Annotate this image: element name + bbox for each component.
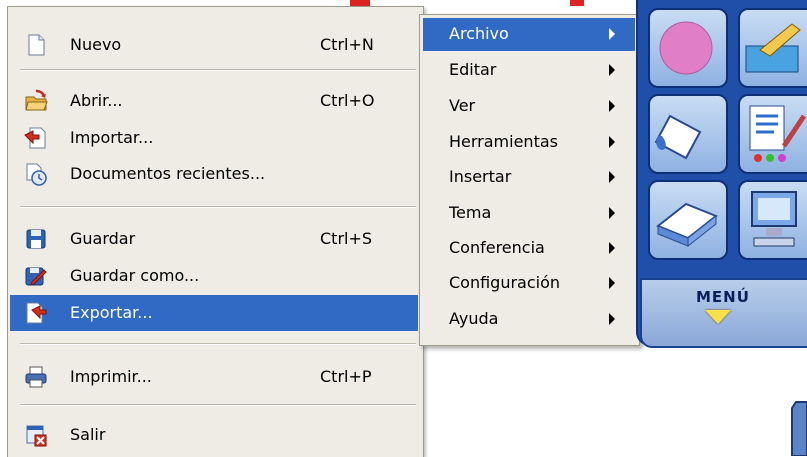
menu-item-label: Guardar como... bbox=[70, 266, 200, 285]
menu-item-salir[interactable]: Salir bbox=[10, 417, 418, 453]
open-folder-icon bbox=[24, 89, 48, 113]
menu-item-label: Exportar... bbox=[70, 303, 153, 322]
submenu-arrow-icon bbox=[609, 100, 615, 112]
eraser-icon bbox=[656, 202, 718, 248]
paint-bucket-icon bbox=[654, 114, 702, 160]
submenu-item-archivo[interactable]: Archivo bbox=[423, 18, 635, 51]
partial-red-element bbox=[570, 0, 584, 6]
submenu-item-ayuda[interactable]: Ayuda bbox=[423, 303, 635, 336]
submenu-item-label: Herramientas bbox=[449, 132, 558, 151]
menu-down-arrow-icon bbox=[705, 310, 731, 324]
menu-item-imprimir[interactable]: Imprimir... Ctrl+P bbox=[10, 359, 418, 395]
submenu-item-conferencia[interactable]: Conferencia bbox=[423, 232, 635, 265]
submenu-item-label: Configuración bbox=[449, 273, 561, 292]
menu-item-importar[interactable]: Importar... bbox=[10, 120, 418, 156]
menu-item-label: Nuevo bbox=[70, 35, 122, 54]
main-submenu: Archivo Editar Ver Herramientas Insertar… bbox=[419, 14, 640, 346]
submenu-arrow-icon bbox=[609, 277, 615, 289]
submenu-item-configuracion[interactable]: Configuración bbox=[423, 267, 635, 300]
menu-separator bbox=[20, 404, 416, 406]
save-icon bbox=[24, 227, 48, 251]
menu-separator bbox=[20, 69, 416, 71]
submenu-arrow-icon bbox=[609, 171, 615, 183]
export-icon bbox=[24, 301, 48, 325]
menu-item-abrir[interactable]: Abrir... Ctrl+O bbox=[10, 83, 418, 119]
menu-item-label: Guardar bbox=[70, 229, 136, 248]
shortcut-label: Ctrl+O bbox=[320, 91, 375, 110]
submenu-item-tema[interactable]: Tema bbox=[423, 197, 635, 230]
menu-separator bbox=[20, 343, 416, 345]
shortcut-label: Ctrl+P bbox=[320, 367, 372, 386]
menu-item-label: Abrir... bbox=[70, 91, 123, 110]
shortcut-label: Ctrl+S bbox=[320, 229, 373, 248]
edit-tools-icon bbox=[749, 105, 807, 162]
new-document-icon bbox=[24, 33, 48, 57]
submenu-arrow-icon bbox=[609, 242, 615, 254]
menu-item-label: Salir bbox=[70, 425, 106, 444]
submenu-item-insertar[interactable]: Insertar bbox=[423, 161, 635, 194]
import-icon bbox=[24, 126, 48, 150]
toolbox-icon bbox=[745, 23, 801, 73]
menu-item-guardar[interactable]: Guardar Ctrl+S bbox=[10, 221, 418, 257]
submenu-item-label: Ayuda bbox=[449, 309, 499, 328]
pink-circle-icon bbox=[659, 21, 713, 75]
submenu-arrow-icon bbox=[609, 28, 615, 40]
print-icon bbox=[24, 365, 48, 389]
exit-icon bbox=[24, 423, 48, 447]
menu-item-guardar-como[interactable]: Guardar como... bbox=[10, 258, 418, 294]
submenu-item-label: Ver bbox=[449, 96, 476, 115]
menu-button[interactable]: MENÚ bbox=[640, 278, 807, 348]
submenu-item-herramientas[interactable]: Herramientas bbox=[423, 126, 635, 159]
edit-tools-button[interactable] bbox=[738, 94, 807, 174]
menu-button-label: MENÚ bbox=[696, 288, 750, 306]
submenu-item-label: Editar bbox=[449, 60, 497, 79]
paint-bucket-button[interactable] bbox=[648, 94, 728, 174]
submenu-arrow-icon bbox=[609, 136, 615, 148]
toolbox-button[interactable] bbox=[738, 8, 807, 88]
pink-circle-button[interactable] bbox=[648, 8, 728, 88]
submenu-item-label: Archivo bbox=[449, 24, 509, 43]
file-menu: Nuevo Ctrl+N Abrir... Ctrl+O Importar...… bbox=[7, 6, 424, 457]
menu-separator bbox=[20, 206, 416, 208]
shortcut-label: Ctrl+N bbox=[320, 35, 374, 54]
submenu-item-ver[interactable]: Ver bbox=[423, 90, 635, 123]
submenu-arrow-icon bbox=[609, 313, 615, 325]
computer-icon bbox=[751, 191, 797, 247]
partial-trash-icon bbox=[791, 401, 807, 456]
submenu-item-editar[interactable]: Editar bbox=[423, 54, 635, 87]
save-as-icon bbox=[24, 264, 48, 288]
eraser-button[interactable] bbox=[648, 180, 728, 260]
menu-item-label: Imprimir... bbox=[70, 367, 152, 386]
menu-item-nuevo[interactable]: Nuevo Ctrl+N bbox=[10, 27, 418, 63]
submenu-item-label: Insertar bbox=[449, 167, 512, 186]
menu-item-label: Documentos recientes... bbox=[70, 164, 266, 183]
submenu-item-label: Tema bbox=[449, 203, 492, 222]
submenu-arrow-icon bbox=[609, 64, 615, 76]
recent-documents-icon bbox=[24, 162, 48, 186]
menu-item-exportar[interactable]: Exportar... bbox=[10, 295, 418, 331]
computer-button[interactable] bbox=[738, 180, 807, 260]
submenu-arrow-icon bbox=[609, 207, 615, 219]
menu-item-label: Importar... bbox=[70, 128, 154, 147]
submenu-item-label: Conferencia bbox=[449, 238, 545, 257]
menu-item-documentos-recientes[interactable]: Documentos recientes... bbox=[10, 156, 418, 192]
